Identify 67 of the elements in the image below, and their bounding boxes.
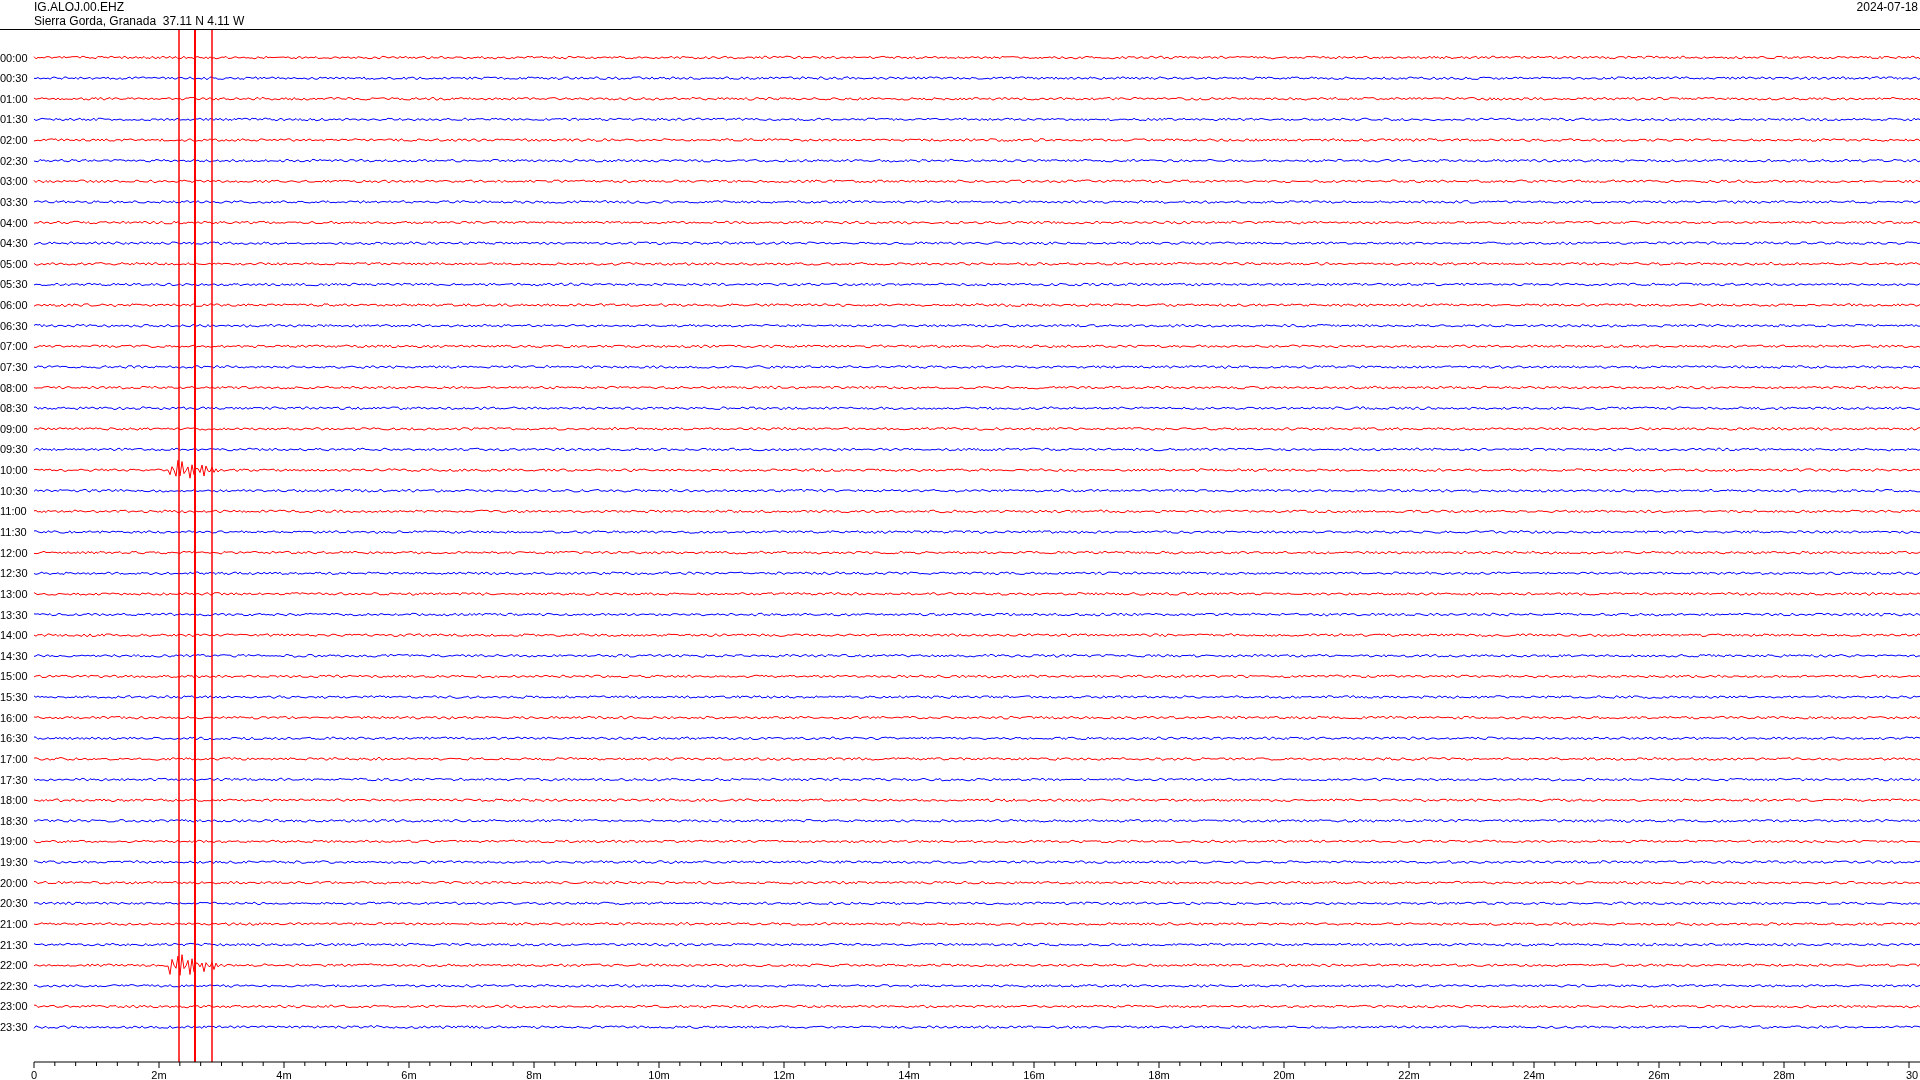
plot-date: 2024-07-18 (1856, 0, 1918, 16)
row-time-label: 01:00 (0, 92, 28, 105)
row-time-label: 21:00 (0, 917, 28, 930)
row-time-label: 15:00 (0, 670, 28, 683)
row-time-label: 10:30 (0, 484, 28, 497)
row-time-label: 18:00 (0, 794, 28, 807)
row-time-label: 19:00 (0, 835, 28, 848)
row-time-label: 20:00 (0, 876, 28, 889)
row-time-label: 22:30 (0, 979, 28, 992)
axis-tick-label: 24m (1523, 1069, 1545, 1080)
row-time-label: 12:30 (0, 567, 28, 580)
row-time-label: 00:30 (0, 72, 28, 85)
axis-tick-label: 18m (1148, 1069, 1170, 1080)
station-code: IG.ALOJ.00.EHZ (34, 0, 126, 14)
axis-tick-label: 2m (151, 1069, 167, 1080)
axis-tick-label: 20m (1273, 1069, 1295, 1080)
axis-tick-label: 6m (401, 1069, 417, 1080)
row-time-label: 05:00 (0, 257, 28, 270)
row-time-label: 17:30 (0, 773, 28, 786)
row-time-label: 06:30 (0, 319, 28, 332)
row-time-label: 03:30 (0, 195, 28, 208)
axis-tick-label: 12m (773, 1069, 795, 1080)
row-time-label: 16:00 (0, 711, 28, 724)
row-time-label: 06:00 (0, 299, 28, 312)
axis-tick-label: 30 (1906, 1069, 1919, 1080)
row-time-label: 04:00 (0, 216, 28, 229)
row-time-label: 17:00 (0, 752, 28, 765)
row-time-label: 11:00 (0, 505, 27, 518)
row-time-label: 16:30 (0, 732, 28, 745)
row-time-label: 05:30 (0, 278, 28, 291)
row-time-label: 21:30 (0, 938, 28, 951)
row-time-label: 01:30 (0, 113, 28, 126)
row-time-label: 22:00 (0, 959, 28, 972)
row-time-label: 15:30 (0, 691, 28, 704)
row-time-label: 00:00 (0, 51, 28, 64)
row-time-label: 08:30 (0, 402, 28, 415)
row-time-label: 08:00 (0, 381, 28, 394)
axis-tick-label: 4m (276, 1069, 292, 1080)
station-location: Sierra Gorda, Granada 37.11 N 4.11 W (34, 14, 245, 28)
axis-tick-label: 22m (1398, 1069, 1420, 1080)
row-time-label: 03:00 (0, 175, 28, 188)
row-time-label: 19:30 (0, 856, 28, 869)
row-time-label: 04:30 (0, 237, 28, 250)
row-time-label: 13:30 (0, 608, 28, 621)
row-time-label: 14:00 (0, 629, 28, 642)
axis-tick-label: 8m (526, 1069, 542, 1080)
axis-tick-label: 14m (898, 1069, 920, 1080)
row-time-label: 09:30 (0, 443, 28, 456)
row-time-label: 20:30 (0, 897, 28, 910)
axis-tick-label: 0 (30, 1069, 38, 1080)
row-time-label: 11:30 (0, 526, 27, 538)
row-time-label: 07:30 (0, 360, 28, 373)
row-time-label: 02:30 (0, 154, 28, 167)
row-time-label: 18:30 (0, 814, 28, 827)
axis-tick-label: 10m (648, 1069, 670, 1080)
row-time-label: 23:30 (0, 1021, 28, 1034)
row-time-label: 02:00 (0, 134, 28, 146)
axis-tick-label: 16m (1023, 1069, 1045, 1080)
row-time-label: 12:00 (0, 546, 28, 559)
row-time-label: 07:00 (0, 340, 28, 353)
row-time-label: 09:00 (0, 422, 28, 435)
row-time-label: 10:00 (0, 464, 28, 477)
row-time-label: 13:00 (0, 587, 28, 600)
row-time-label: 23:00 (0, 1000, 28, 1013)
axis-tick-label: 28m (1773, 1069, 1795, 1080)
axis-tick-label: 26m (1648, 1069, 1670, 1080)
row-time-label: 14:30 (0, 649, 28, 662)
